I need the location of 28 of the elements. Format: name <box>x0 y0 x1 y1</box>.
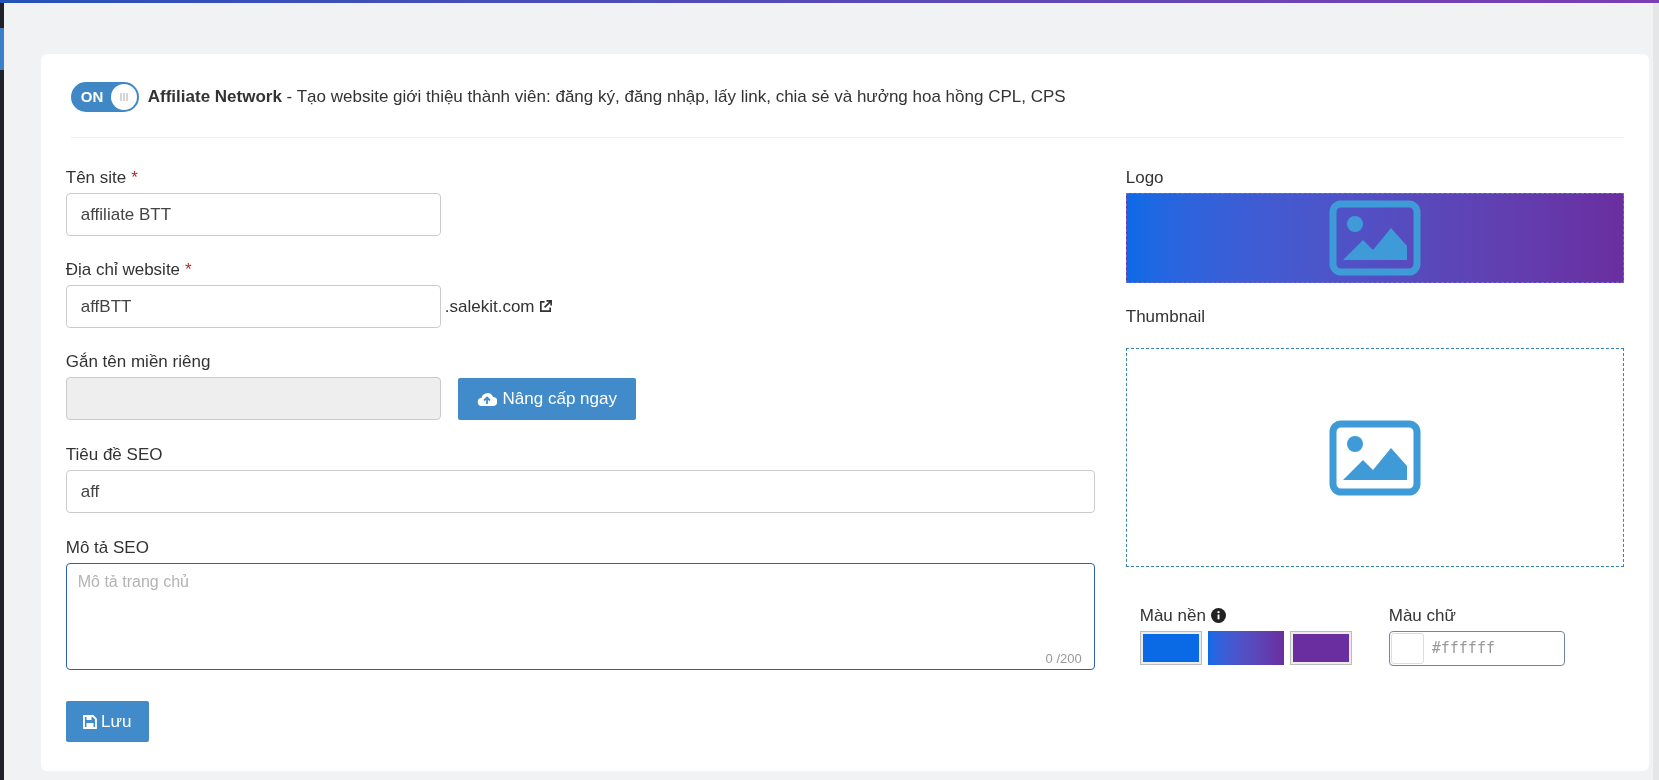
external-link-icon <box>537 299 553 314</box>
color-swatch[interactable] <box>1139 630 1202 665</box>
cloud-upload-icon <box>476 390 497 407</box>
info-icon <box>1210 608 1226 624</box>
field-label: Tiêu đề SEO <box>65 444 164 466</box>
character-counter: 0 /200 <box>1045 649 1082 668</box>
field-label: Mô tả SEO <box>65 537 150 559</box>
header-description: Affiliate Network - Tạo website giới thiệu thành viên: đăng ký, đăng nhập, lấy link, chia sẻ và hưởng hoa hồng CPL, CPS <box>147 86 1066 109</box>
thumbnail-upload-area[interactable] <box>1125 348 1624 567</box>
field-label: Màu chữ <box>1388 605 1457 627</box>
text-field[interactable]: affiliate BTT <box>65 193 441 236</box>
color-swatch[interactable] <box>1207 630 1284 665</box>
field-label: Gắn tên miền riêng <box>65 351 212 373</box>
toggle-handle-icon <box>110 84 137 110</box>
domain-suffix-link[interactable]: .salekit.com <box>444 293 553 320</box>
color-swatch[interactable] <box>1289 630 1352 665</box>
image-icon <box>1328 200 1421 276</box>
text-field[interactable]: affBTT <box>65 285 441 328</box>
image-icon <box>1328 419 1421 496</box>
save-button[interactable]: Lưu <box>65 701 149 742</box>
logo-upload-area[interactable] <box>1125 193 1624 283</box>
field-label: Tên site * <box>65 167 139 189</box>
field-label: Logo <box>1125 167 1165 189</box>
field-label: Màu nền <box>1139 605 1206 627</box>
field-label: Địa chỉ website * <box>65 259 193 281</box>
field-label: Thumbnail <box>1125 306 1207 328</box>
text-field[interactable]: aff <box>65 470 1095 513</box>
toggle-switch[interactable]: ON <box>70 82 139 112</box>
